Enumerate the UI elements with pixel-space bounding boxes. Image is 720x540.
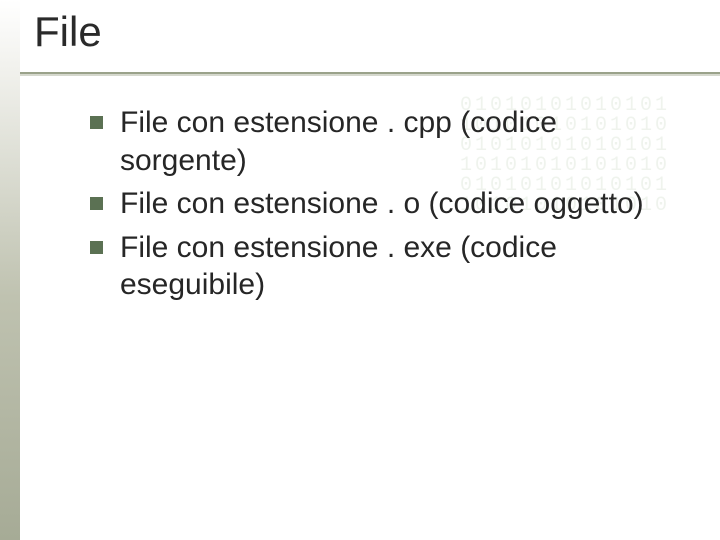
page-title: File bbox=[34, 8, 102, 56]
left-accent-bar bbox=[0, 0, 20, 540]
list-item-text: File con estensione . o (codice oggetto) bbox=[120, 187, 644, 220]
bullet-list: File con estensione . cpp (codice sorgen… bbox=[90, 104, 650, 310]
list-item: File con estensione . exe (codice esegui… bbox=[90, 229, 650, 304]
bullet-square-icon bbox=[90, 116, 103, 129]
list-item: File con estensione . cpp (codice sorgen… bbox=[90, 104, 650, 179]
list-item-text: File con estensione . exe (codice esegui… bbox=[120, 231, 557, 302]
slide: 01010101010101 10101010101010 0101010101… bbox=[0, 0, 720, 540]
bullet-square-icon bbox=[90, 241, 103, 254]
title-underline bbox=[20, 72, 720, 74]
list-item: File con estensione . o (codice oggetto) bbox=[90, 185, 650, 223]
bullet-square-icon bbox=[90, 197, 103, 210]
list-item-text: File con estensione . cpp (codice sorgen… bbox=[120, 106, 557, 177]
